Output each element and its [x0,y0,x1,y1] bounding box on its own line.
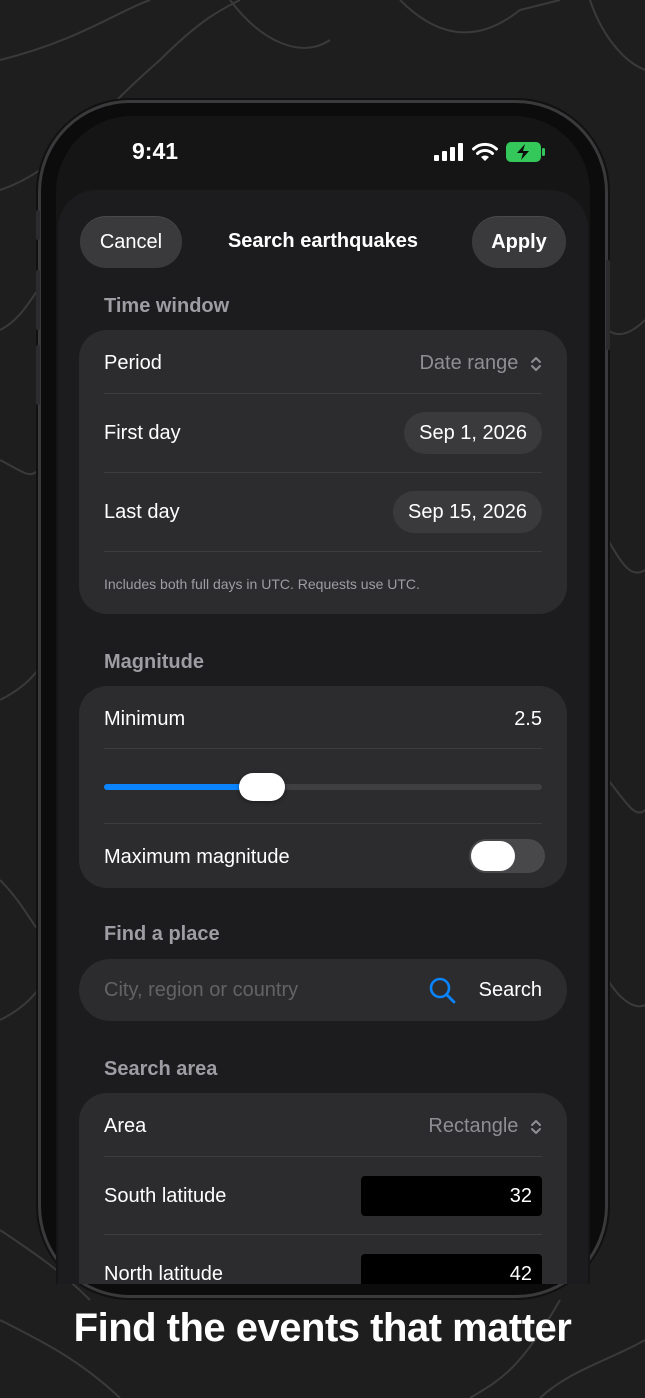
place-search-input[interactable]: City, region or country [104,979,298,1002]
divider [104,1156,542,1157]
utc-footnote: Includes both full days in UTC. Requests… [104,576,420,592]
chevron-up-down-icon [531,1119,541,1134]
period-label: Period [104,352,162,374]
status-icons [434,142,546,162]
phone-screen: 9:41 Cancel Search earthquakes Apply Tim… [56,116,590,1284]
divider [104,472,542,473]
maximum-magnitude-toggle[interactable] [469,839,545,873]
battery-charging-icon [506,142,545,162]
search-area-header: Search area [104,1058,218,1080]
mute-switch [36,210,40,240]
south-latitude-label: South latitude [104,1185,227,1207]
south-latitude-field[interactable]: 32 [361,1176,542,1216]
search-icon[interactable] [429,977,457,1005]
magnitude-slider[interactable] [104,773,542,801]
time-window-header: Time window [104,295,230,317]
period-picker[interactable]: Date range [419,352,542,375]
status-time: 9:41 [132,138,179,164]
toggle-knob [471,841,515,871]
wifi-icon [472,142,498,161]
magnitude-header: Magnitude [104,651,204,673]
minimum-label: Minimum [104,708,186,730]
maximum-magnitude-label: Maximum magnitude [104,846,290,868]
search-sheet: Cancel Search earthquakes Apply Time win… [58,190,588,1284]
marketing-caption: Find the events that matter [73,1306,572,1350]
volume-up-button [36,270,40,330]
north-latitude-field[interactable]: 42 [361,1254,542,1284]
divider [104,1234,542,1235]
first-day-picker[interactable]: Sep 1, 2026 [404,412,542,454]
power-button [606,260,610,350]
divider [104,748,542,749]
area-label: Area [104,1115,147,1137]
north-latitude-label: North latitude [104,1263,223,1284]
magnitude-slider-thumb[interactable] [238,773,285,801]
magnitude-card: Minimum 2.5 Maximum magnitude [79,686,567,888]
time-window-card: Period Date range First day Sep 1, 2026 … [79,330,567,614]
place-search-bar: City, region or country Search [79,959,567,1021]
divider [104,551,542,552]
minimum-value: 2.5 [514,708,542,730]
cellular-signal-icon [434,143,463,161]
last-day-label: Last day [104,501,180,523]
divider [104,393,542,394]
last-day-picker[interactable]: Sep 15, 2026 [393,491,542,533]
search-button[interactable]: Search [479,979,542,1002]
first-day-label: First day [104,422,181,444]
area-picker[interactable]: Rectangle [428,1115,542,1138]
divider [104,823,542,824]
chevron-up-down-icon [531,356,541,371]
search-area-card: Area Rectangle South latitude 32 North l… [79,1093,567,1284]
period-value: Date range [419,352,519,374]
apply-button[interactable]: Apply [472,216,566,268]
find-place-header: Find a place [104,923,220,945]
status-bar: 9:41 [56,116,590,186]
volume-down-button [36,345,40,405]
area-value: Rectangle [428,1115,519,1137]
